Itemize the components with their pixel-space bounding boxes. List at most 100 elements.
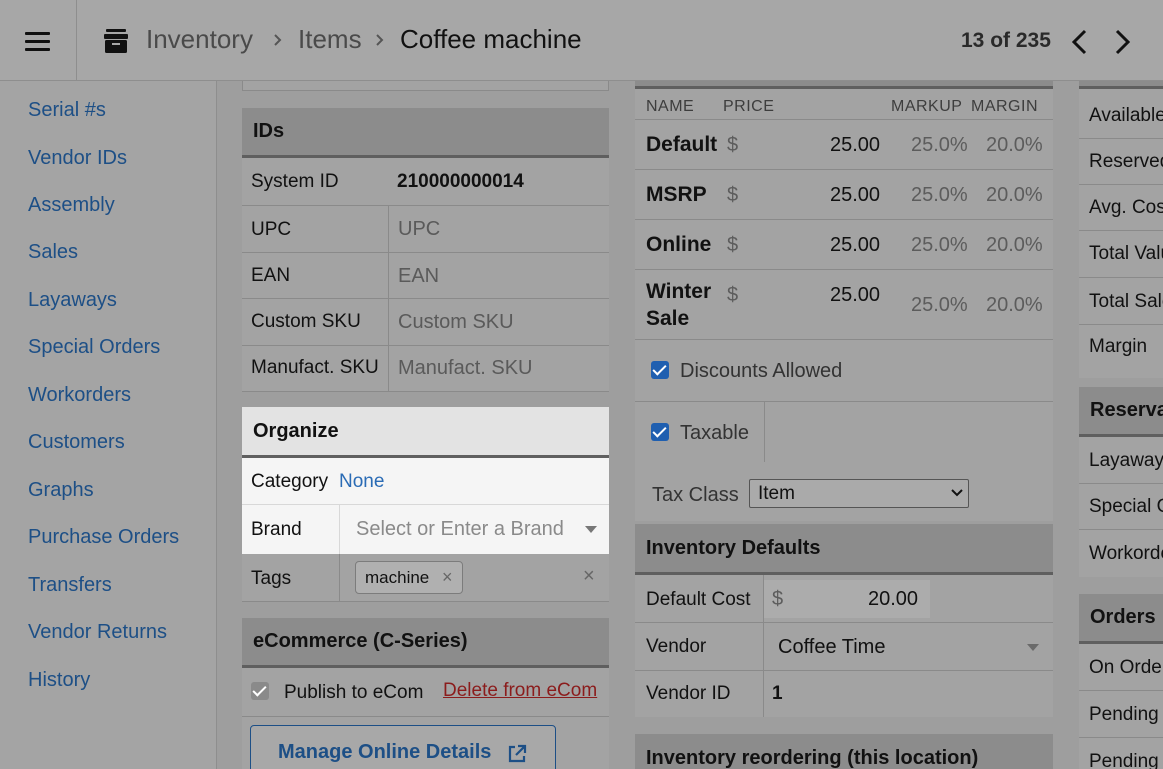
system-id-value: 210000000014 [397, 171, 524, 192]
order-row: Pending [1079, 738, 1163, 769]
price-input[interactable]: 25.00 [830, 284, 880, 307]
currency-symbol: $ [727, 284, 739, 306]
organize-header: Organize [242, 407, 609, 458]
currency-symbol: $ [727, 184, 739, 206]
order-label: Pending [1089, 704, 1159, 725]
reordering-header: Inventory reordering (this location) [635, 734, 1053, 769]
system-id-label: System ID [251, 171, 339, 192]
vendor-id-label: Vendor ID [646, 683, 731, 704]
price-input[interactable]: 25.00 [830, 134, 880, 157]
upc-row: UPC UPC [242, 206, 609, 253]
price-level-name: Default [646, 133, 718, 156]
chevron-down-icon[interactable] [1027, 644, 1039, 651]
brand-select[interactable]: Select or Enter a Brand [339, 505, 609, 554]
brand-input[interactable]: Select or Enter a Brand [356, 518, 564, 541]
record-counter: 13 of 235 [961, 29, 1051, 52]
sidebar-item-history[interactable]: History [28, 669, 90, 692]
vendor-id-value: 1 [772, 683, 783, 704]
category-label: Category [251, 471, 329, 492]
tags-label: Tags [251, 568, 292, 589]
divider [763, 575, 764, 717]
reservations-header: Reservations [1079, 387, 1163, 437]
column-margin: MARGIN [971, 98, 1038, 115]
organize-panel: Organize Category None Brand Select or E… [242, 407, 609, 554]
taxable-checkbox[interactable] [651, 423, 669, 441]
stat-row: Available [1079, 92, 1163, 139]
clear-tags-icon[interactable]: × [583, 565, 595, 588]
stat-row: Total Sale [1079, 278, 1163, 325]
chevron-down-icon[interactable] [585, 526, 597, 533]
breadcrumb-inventory[interactable]: Inventory [146, 24, 253, 55]
manufact-sku-input[interactable]: Manufact. SKU [398, 357, 533, 380]
discounts-row: Discounts Allowed [635, 340, 1053, 402]
reservation-row: Workorders [1079, 530, 1163, 577]
order-row: On Order [1079, 644, 1163, 691]
category-link[interactable]: None [339, 471, 384, 493]
breadcrumb-items[interactable]: Items [298, 24, 362, 55]
sidebar-item-customers[interactable]: Customers [28, 431, 125, 454]
previous-panel-bottom [242, 81, 609, 91]
stat-label: Margin [1089, 336, 1148, 357]
default-cost-input[interactable]: $ 20.00 [764, 580, 930, 618]
price-input[interactable]: 25.00 [830, 234, 880, 257]
ecommerce-header: eCommerce (C-Series) [242, 618, 609, 668]
orders-header: Orders [1079, 594, 1163, 644]
price-row: Winter Sale $ 25.00 25.0% 20.0% [635, 270, 1053, 340]
custom-sku-row: Custom SKU Custom SKU [242, 299, 609, 346]
vendor-select[interactable]: Coffee Time [778, 636, 885, 659]
chevron-left-icon[interactable] [1068, 27, 1092, 57]
price-level-name: Sale [646, 307, 690, 330]
system-id-row: System ID 210000000014 [242, 158, 609, 206]
margin-value: 20.0% [986, 134, 1043, 156]
upc-input[interactable]: UPC [398, 218, 440, 241]
vendor-label: Vendor [646, 636, 707, 657]
sidebar-item-assembly[interactable]: Assembly [28, 194, 115, 217]
sidebar-item-sales[interactable]: Sales [28, 241, 78, 264]
reservation-label: Special Orders [1089, 496, 1163, 517]
reservation-row: Special Orders [1079, 484, 1163, 530]
sidebar-item-vendor-ids[interactable]: Vendor IDs [28, 147, 127, 170]
sidebar-item-transfers[interactable]: Transfers [28, 574, 112, 597]
ids-header: IDs [242, 108, 609, 158]
reservation-label: Workorders [1089, 543, 1163, 564]
sidebar-item-graphs[interactable]: Graphs [28, 479, 94, 502]
sidebar-item-purchase-orders[interactable]: Purchase Orders [28, 526, 179, 549]
reservation-row: Layaways [1079, 437, 1163, 484]
price-input[interactable]: 25.00 [830, 184, 880, 207]
sidebar-item-special-orders[interactable]: Special Orders [28, 336, 160, 359]
stat-row: Margin [1079, 325, 1163, 369]
order-label: On Order [1089, 657, 1163, 678]
reservation-label: Layaways [1089, 450, 1163, 471]
tax-class-select[interactable]: Item [749, 479, 969, 508]
ean-label: EAN [251, 265, 291, 286]
inventory-defaults-header: Inventory Defaults [635, 524, 1053, 575]
chevron-right-icon[interactable] [1110, 27, 1134, 57]
column-price: PRICE [723, 98, 775, 115]
menu-icon[interactable] [0, 0, 77, 81]
stat-label: Avg. Cost [1089, 197, 1163, 218]
ean-input[interactable]: EAN [398, 265, 439, 288]
stat-label: Reserved [1089, 151, 1163, 172]
tag-label: machine [365, 568, 430, 587]
stat-label: Available [1089, 105, 1163, 126]
price-level-name: Online [646, 233, 712, 256]
sidebar-item-workorders[interactable]: Workorders [28, 384, 131, 407]
discounts-allowed-checkbox[interactable] [651, 361, 669, 379]
page-title: Coffee machine [400, 24, 582, 54]
manage-online-details-button[interactable]: Manage Online Details [250, 725, 556, 769]
tax-class-value: Item [758, 483, 795, 504]
sidebar-item-vendor-returns[interactable]: Vendor Returns [28, 621, 167, 644]
divider [388, 206, 389, 392]
tax-class-label: Tax Class [652, 484, 739, 506]
divider [339, 554, 340, 602]
sidebar-item-serials[interactable]: Serial #s [28, 99, 106, 122]
delete-from-ecom-link[interactable]: Delete from eCom [443, 680, 597, 702]
tag-remove-icon[interactable]: × [442, 567, 453, 588]
markup-value: 25.0% [911, 184, 968, 206]
custom-sku-input[interactable]: Custom SKU [398, 311, 514, 334]
sidebar-item-layaways[interactable]: Layaways [28, 289, 117, 312]
price-row: Default $ 25.00 25.0% 20.0% [635, 120, 1053, 170]
price-row: Online $ 25.00 25.0% 20.0% [635, 220, 1053, 270]
publish-checkbox[interactable] [251, 682, 269, 700]
upc-label: UPC [251, 219, 292, 240]
